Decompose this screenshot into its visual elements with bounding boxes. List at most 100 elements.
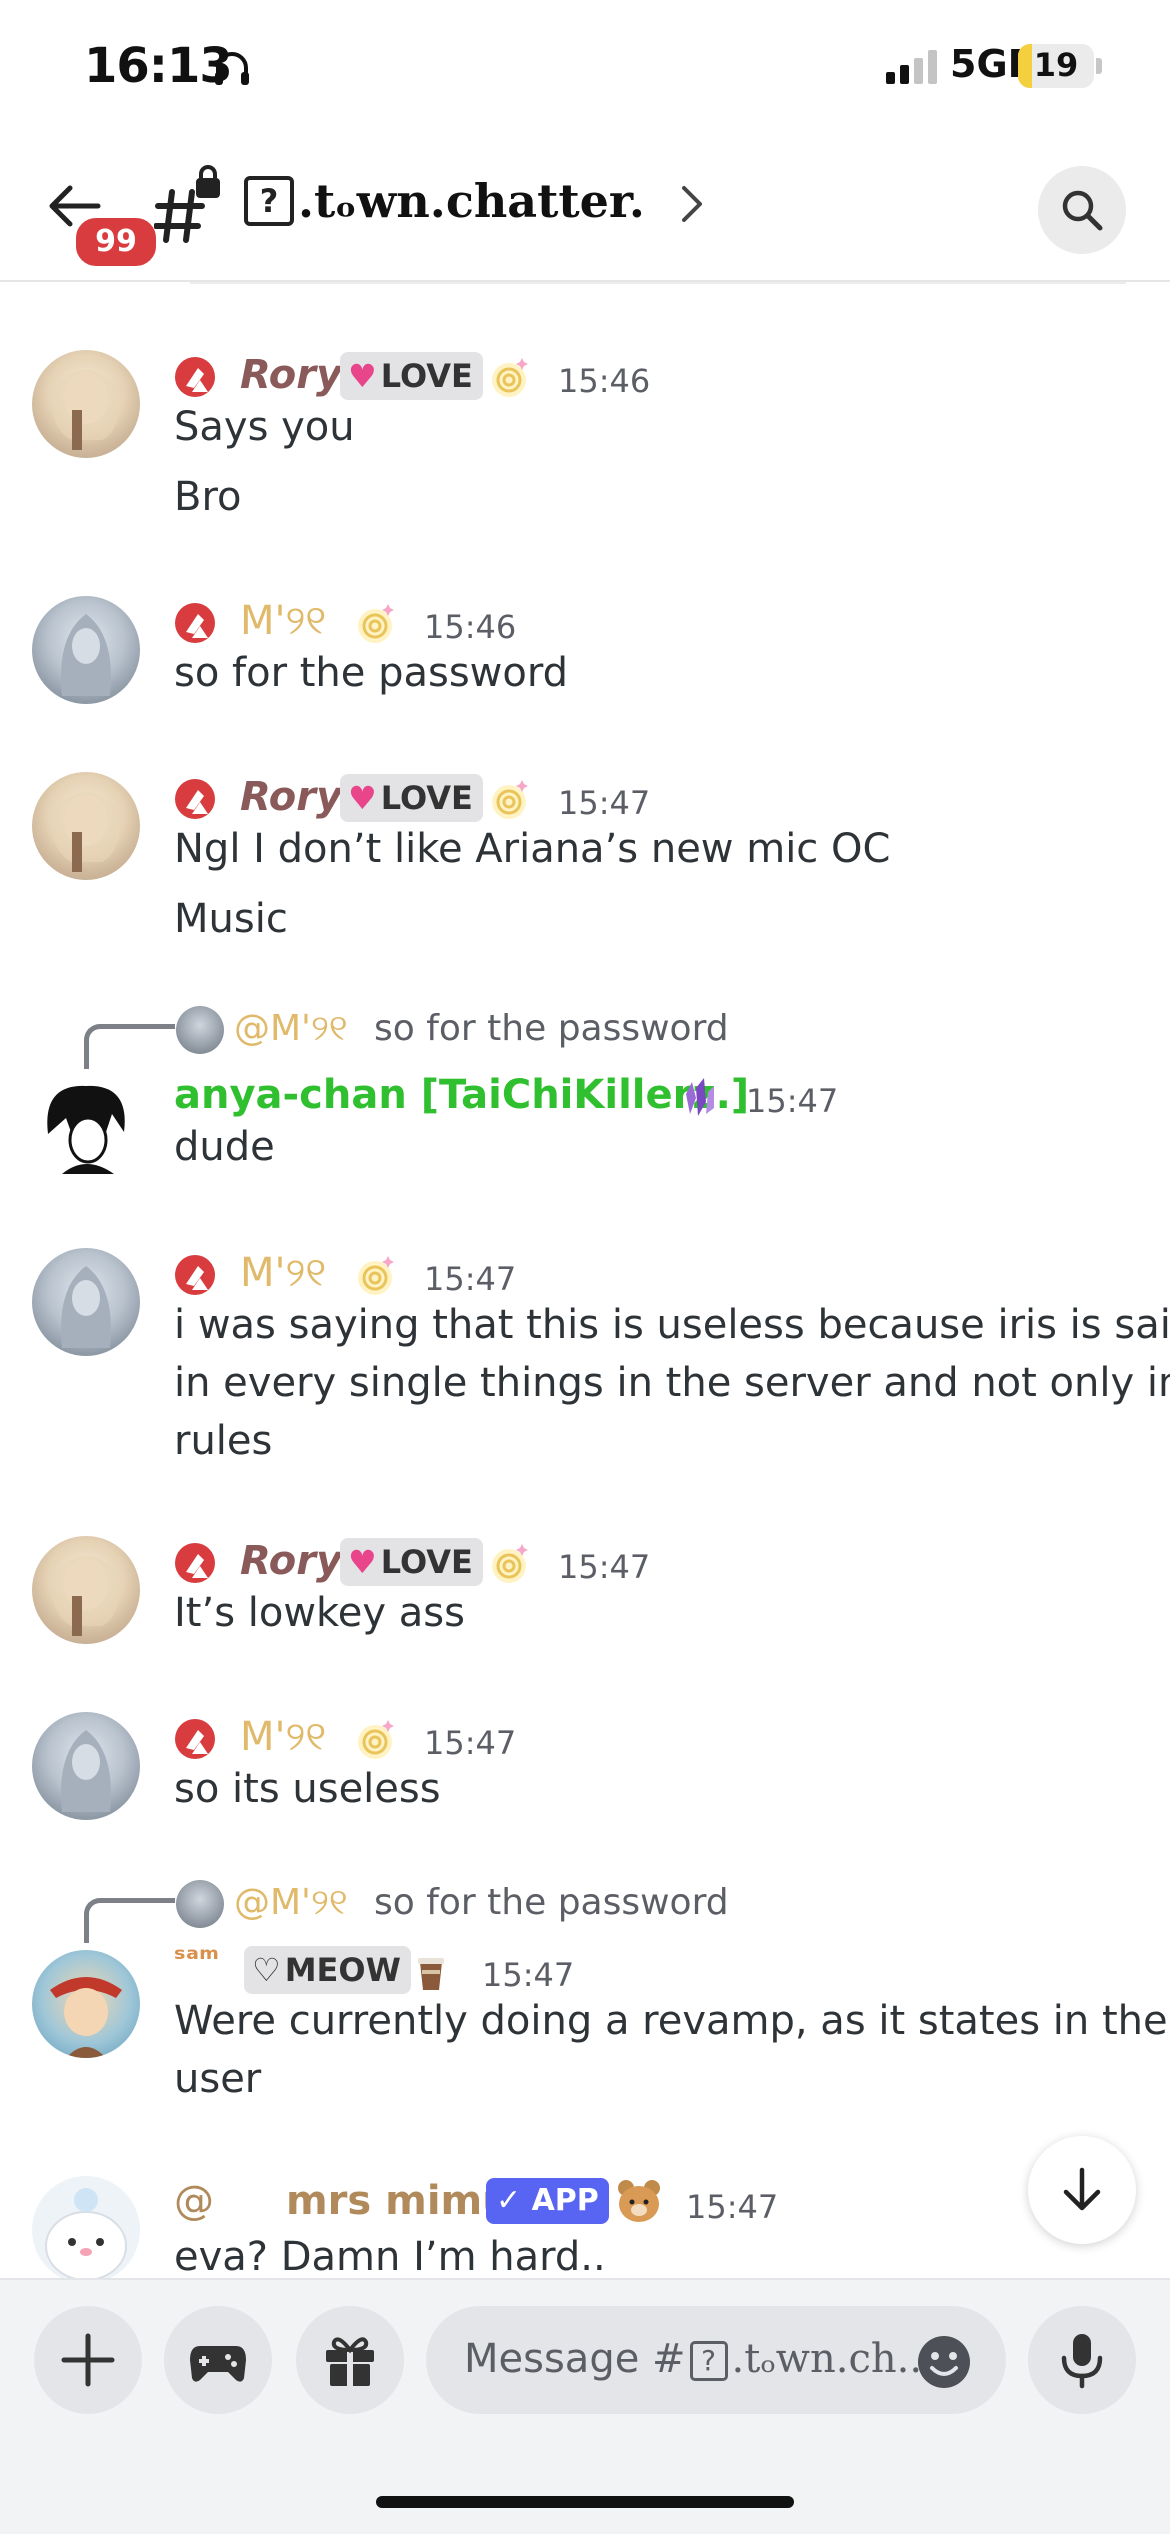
- divider: [190, 282, 1126, 284]
- message-text: in every single things in the server and…: [174, 1360, 1170, 1406]
- username[interactable]: ˢᵃᵐ: [174, 1942, 219, 1977]
- status-bar: 16:13 5GE 19: [0, 0, 1170, 140]
- role-tag-label: LOVE: [380, 1543, 473, 1581]
- activities-button[interactable]: [164, 2306, 272, 2414]
- bear-icon: [618, 2180, 660, 2222]
- reply-text: so for the password: [374, 1008, 729, 1049]
- message-text: It’s lowkey ass: [174, 1590, 465, 1636]
- voice-message-button[interactable]: [1028, 2306, 1136, 2414]
- message-input-placeholder: Message #? .tₒwn.ch...: [464, 2336, 935, 2382]
- timestamp: 15:47: [558, 784, 651, 822]
- channel-emoji-icon: ?: [244, 176, 294, 226]
- avatar[interactable]: [32, 772, 140, 880]
- plus-icon: [61, 2333, 115, 2387]
- reply-text: so for the password: [374, 1882, 729, 1923]
- role-tag-label: MEOW: [284, 1951, 401, 1989]
- message-list[interactable]: Rory ♥ LOVE 15:46 Says you Bro M'୨୧ 15:46…: [0, 282, 1170, 2278]
- avatar[interactable]: [32, 1074, 140, 1182]
- chevron-right-icon[interactable]: [676, 182, 706, 226]
- channel-emoji-icon: ?: [689, 2341, 728, 2381]
- search-icon: [1062, 190, 1103, 231]
- timestamp: 15:47: [424, 1724, 517, 1762]
- heart-icon: ♥: [348, 1543, 377, 1581]
- cellular-signal-icon: [886, 50, 937, 84]
- message-text: rules: [174, 1418, 273, 1464]
- role-tag[interactable]: ♥ LOVE: [340, 352, 483, 400]
- search-button[interactable]: [1038, 166, 1126, 254]
- heart-icon: ♥: [348, 357, 377, 395]
- avatar[interactable]: [32, 350, 140, 458]
- timestamp: 15:46: [424, 608, 517, 646]
- message-text: Were currently doing a revamp, as it sta…: [174, 1998, 1168, 2044]
- timestamp: 15:47: [746, 1082, 839, 1120]
- timestamp: 15:47: [424, 1260, 517, 1298]
- avatar[interactable]: [32, 1536, 140, 1644]
- role-tag[interactable]: ♥ LOVE: [340, 1538, 483, 1586]
- swirl-decoration-icon: [492, 358, 528, 397]
- heart-icon: ♥: [348, 779, 377, 817]
- username[interactable]: M'୨୧: [240, 1714, 326, 1760]
- message-text: eva? Damn I’m hard..: [174, 2234, 606, 2278]
- reply-connector: [84, 1898, 175, 1943]
- avatar[interactable]: [32, 1712, 140, 1820]
- reply-username: @M'୨୧: [234, 1882, 348, 1923]
- message-text: so for the password: [174, 650, 569, 696]
- add-attachment-button[interactable]: [34, 2306, 142, 2414]
- role-tag-label: LOVE: [380, 357, 473, 395]
- microphone-icon: [1061, 2334, 1103, 2389]
- role-tag-label: LOVE: [380, 779, 473, 817]
- moderator-icon: [175, 603, 215, 643]
- battery-icon: 19: [1018, 44, 1094, 88]
- message-text: Music: [174, 896, 288, 942]
- message-text: user: [174, 2056, 262, 2102]
- swirl-decoration-icon: [492, 780, 528, 819]
- placeholder-text: Message #: [464, 2336, 686, 2382]
- message-text: dude: [174, 1124, 275, 1170]
- app-tag: ✓ APP: [486, 2178, 609, 2224]
- role-tag[interactable]: ♥ LOVE: [340, 774, 483, 822]
- channel-name[interactable]: .tₒwn.chatter.: [298, 174, 645, 228]
- moderator-icon: [175, 1719, 215, 1759]
- home-indicator: [376, 2496, 794, 2508]
- gamepad-icon: [190, 2346, 246, 2382]
- message-text: i was saying that this is useless becaus…: [174, 1302, 1170, 1348]
- message-text: Says you: [174, 404, 355, 450]
- reply-connector: [84, 1024, 175, 1069]
- message-text: so its useless: [174, 1766, 441, 1812]
- username[interactable]: anya-chan [TaiChiKillerz.]: [174, 1072, 749, 1118]
- username[interactable]: Rory: [240, 1538, 342, 1584]
- message-text: Bro: [174, 474, 242, 520]
- swirl-decoration-icon: [358, 1256, 394, 1295]
- username[interactable]: M'୨୧: [240, 598, 326, 644]
- crystal-icon: [686, 1078, 714, 1116]
- username[interactable]: mrs mimu: [286, 2178, 511, 2224]
- unread-badge: 99: [72, 214, 160, 270]
- battery-nub: [1096, 58, 1102, 74]
- moderator-icon: [175, 357, 215, 397]
- username[interactable]: Rory: [240, 352, 342, 398]
- clock: 16:13: [84, 38, 233, 94]
- avatar[interactable]: [32, 596, 140, 704]
- jump-to-latest-button[interactable]: [1028, 2136, 1136, 2244]
- username[interactable]: Rory: [240, 774, 342, 820]
- placeholder-channel: .tₒwn.ch...: [731, 2336, 935, 2382]
- avatar[interactable]: [32, 1950, 140, 2058]
- battery-percentage: 19: [1033, 46, 1079, 84]
- username-prefix: @: [174, 2178, 214, 2224]
- avatar[interactable]: [32, 2176, 140, 2278]
- arrow-down-icon: [1063, 2167, 1101, 2211]
- locked-channel-hash-icon: [154, 165, 220, 243]
- username[interactable]: M'୨୧: [240, 1250, 326, 1296]
- gift-button[interactable]: [296, 2306, 404, 2414]
- emoji-icon[interactable]: [916, 2334, 972, 2390]
- message-input[interactable]: Message #? .tₒwn.ch...: [426, 2306, 1006, 2414]
- avatar[interactable]: [32, 1248, 140, 1356]
- heart-outline-icon: ♡: [252, 1951, 281, 1989]
- timestamp: 15:47: [686, 2188, 779, 2226]
- swirl-decoration-icon: [492, 1544, 528, 1583]
- app-tag-label: APP: [531, 2183, 599, 2218]
- timestamp: 15:47: [558, 1548, 651, 1586]
- role-tag[interactable]: ♡ MEOW: [244, 1946, 411, 1994]
- moderator-icon: [175, 779, 215, 819]
- timestamp: 15:47: [482, 1956, 575, 1994]
